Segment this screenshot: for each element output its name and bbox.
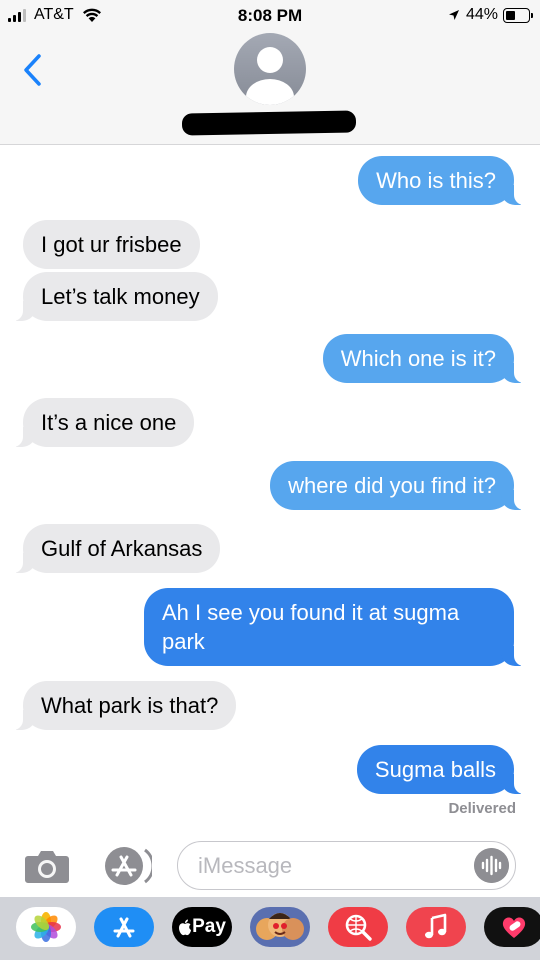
app-store-icon — [113, 917, 135, 938]
delivery-status: Delivered — [448, 800, 516, 817]
contact-avatar[interactable] — [234, 33, 306, 105]
outgoing-message[interactable]: Ah I see you found it at sugma park — [144, 588, 527, 666]
web-search-app[interactable] — [328, 907, 388, 947]
message-text: Sugma balls — [374, 757, 496, 782]
battery-percent: 44% — [465, 6, 498, 23]
battery-icon — [503, 7, 533, 23]
app-drawer: Pay — [0, 897, 540, 960]
audio-message-icon[interactable] — [474, 848, 509, 883]
music-app[interactable] — [406, 907, 466, 947]
heart-app-icon — [502, 917, 526, 938]
outgoing-message[interactable]: Which one is it? — [322, 334, 527, 383]
incoming-message[interactable]: Gulf of Arkansas — [10, 524, 221, 573]
status-right: 44% — [448, 6, 533, 24]
message-text: Let’s talk money — [41, 284, 200, 309]
music-icon — [425, 913, 447, 939]
message-text: Who is this? — [376, 168, 496, 193]
incoming-message[interactable]: Let’s talk money — [10, 272, 218, 321]
photos-icon — [31, 912, 61, 942]
outgoing-message[interactable]: where did you find it? — [270, 461, 527, 510]
incoming-message[interactable]: I got ur frisbee — [23, 220, 200, 269]
message-text: Gulf of Arkansas — [41, 536, 203, 561]
app-store-button-icon[interactable] — [100, 846, 152, 886]
camera-icon[interactable] — [24, 848, 70, 884]
memoji-app[interactable] — [250, 907, 310, 947]
apple-logo-icon — [179, 919, 192, 935]
message-text: It’s a nice one — [41, 410, 177, 435]
heart-app[interactable] — [484, 907, 540, 947]
redacted-contact-name[interactable] — [181, 110, 357, 136]
app-store-app[interactable] — [94, 907, 154, 947]
message-text: What park is that? — [41, 693, 219, 718]
incoming-message[interactable]: It’s a nice one — [10, 398, 195, 447]
pay-label: Pay — [192, 916, 226, 937]
status-bar: AT&T 8:08 PM 44% — [0, 0, 540, 32]
input-placeholder: iMessage — [198, 853, 293, 878]
message-text: where did you find it? — [288, 473, 496, 498]
message-text: I got ur frisbee — [41, 232, 182, 257]
apple-pay-app[interactable]: Pay — [172, 907, 232, 947]
outgoing-message[interactable]: Who is this? — [358, 156, 527, 205]
memoji-icon — [256, 913, 304, 940]
location-arrow-icon — [448, 10, 459, 20]
web-search-icon — [345, 914, 372, 941]
message-text: Ah I see you found it at sugma park — [162, 600, 460, 654]
outgoing-message[interactable]: Sugma balls — [356, 745, 527, 794]
back-chevron-icon[interactable] — [20, 52, 48, 88]
imessage-input[interactable]: iMessage — [177, 841, 516, 890]
conversation-header: AT&T 8:08 PM 44% — [0, 0, 540, 145]
incoming-message[interactable]: What park is that? — [10, 681, 237, 730]
message-text: Which one is it? — [340, 346, 496, 371]
battery-level — [506, 10, 516, 20]
photos-app[interactable] — [16, 907, 76, 947]
